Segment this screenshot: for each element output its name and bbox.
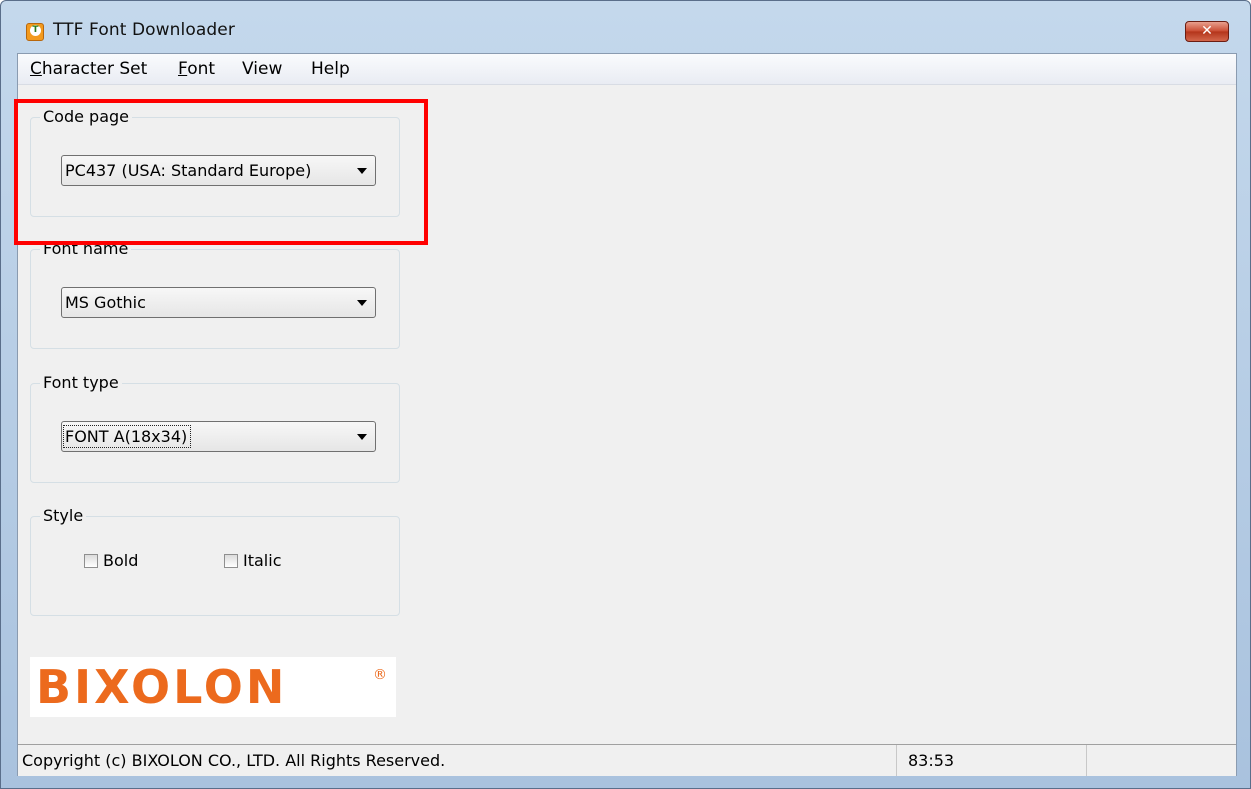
font-type-title: Font type: [40, 373, 122, 393]
italic-checkbox[interactable]: [224, 554, 238, 568]
status-extra: [1086, 745, 1236, 776]
bold-label[interactable]: Bold: [103, 551, 138, 570]
registered-mark: ®: [373, 667, 387, 683]
app-icon[interactable]: [26, 23, 44, 41]
chevron-down-icon[interactable]: [357, 300, 367, 306]
chevron-down-icon[interactable]: [357, 168, 367, 174]
bixolon-logo: BIXOLON ®: [30, 657, 396, 717]
font-type-dropdown[interactable]: FONT A(18x34): [61, 421, 376, 452]
code-page-dropdown[interactable]: PC437 (USA: Standard Europe): [61, 155, 376, 186]
menu-font[interactable]: Font: [178, 59, 215, 79]
menu-view[interactable]: View: [242, 59, 282, 79]
style-title: Style: [40, 506, 87, 526]
font-name-dropdown[interactable]: MS Gothic: [61, 287, 376, 318]
title-bar[interactable]: TTF Font Downloader ✕: [1, 1, 1250, 53]
code-page-title: Code page: [40, 107, 133, 127]
client-area: Character Set Font View Help Code page P…: [17, 53, 1237, 776]
code-page-value: PC437 (USA: Standard Europe): [65, 161, 312, 180]
menu-help[interactable]: Help: [311, 59, 350, 79]
bold-checkbox[interactable]: [84, 554, 98, 568]
logo-text: BIXOLON: [36, 660, 288, 714]
font-name-group: Font name MS Gothic: [30, 239, 400, 349]
font-name-title: Font name: [40, 239, 132, 259]
italic-label[interactable]: Italic: [243, 551, 281, 570]
status-bar: Copyright (c) BIXOLON CO., LTD. All Righ…: [18, 744, 1236, 776]
close-button[interactable]: ✕: [1185, 21, 1229, 42]
window-title: TTF Font Downloader: [53, 20, 235, 40]
app-window: TTF Font Downloader ✕ Character Set Font…: [0, 0, 1251, 789]
status-copyright: Copyright (c) BIXOLON CO., LTD. All Righ…: [22, 751, 446, 770]
chevron-down-icon[interactable]: [357, 434, 367, 440]
font-type-group: Font type FONT A(18x34): [30, 373, 400, 483]
font-type-value: FONT A(18x34): [62, 425, 192, 448]
menu-character-set[interactable]: Character Set: [30, 59, 147, 79]
font-name-value: MS Gothic: [65, 293, 146, 312]
style-group: Style Bold Italic: [30, 506, 400, 616]
menu-bar: Character Set Font View Help: [18, 54, 1236, 85]
status-position: 83:53: [896, 745, 1086, 776]
code-page-group: Code page PC437 (USA: Standard Europe): [30, 107, 400, 217]
